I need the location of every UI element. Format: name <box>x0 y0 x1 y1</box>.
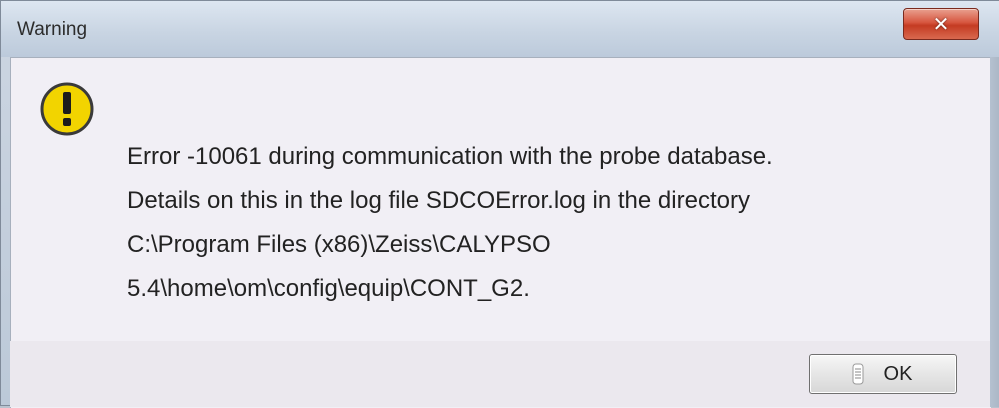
window-title: Warning <box>17 19 88 40</box>
message-line: 5.4\home\om\config\equip\CONT_G2. <box>127 275 530 302</box>
warning-dialog: Warning ✕ Error -10061 during communicat… <box>0 0 999 408</box>
message-line: Error -10061 during communication with t… <box>127 143 773 170</box>
ok-button[interactable]: OK <box>809 354 957 394</box>
ok-button-label: OK <box>883 363 913 385</box>
warning-icon <box>40 82 94 136</box>
title-bar[interactable]: Warning ✕ <box>1 1 999 57</box>
close-button[interactable]: ✕ <box>903 8 979 40</box>
message-line: Details on this in the log file SDCOErro… <box>127 187 750 214</box>
window-border <box>990 57 999 407</box>
message-line: C:\Program Files (x86)\Zeiss\CALYPSO <box>127 231 551 258</box>
close-icon: ✕ <box>932 12 950 36</box>
